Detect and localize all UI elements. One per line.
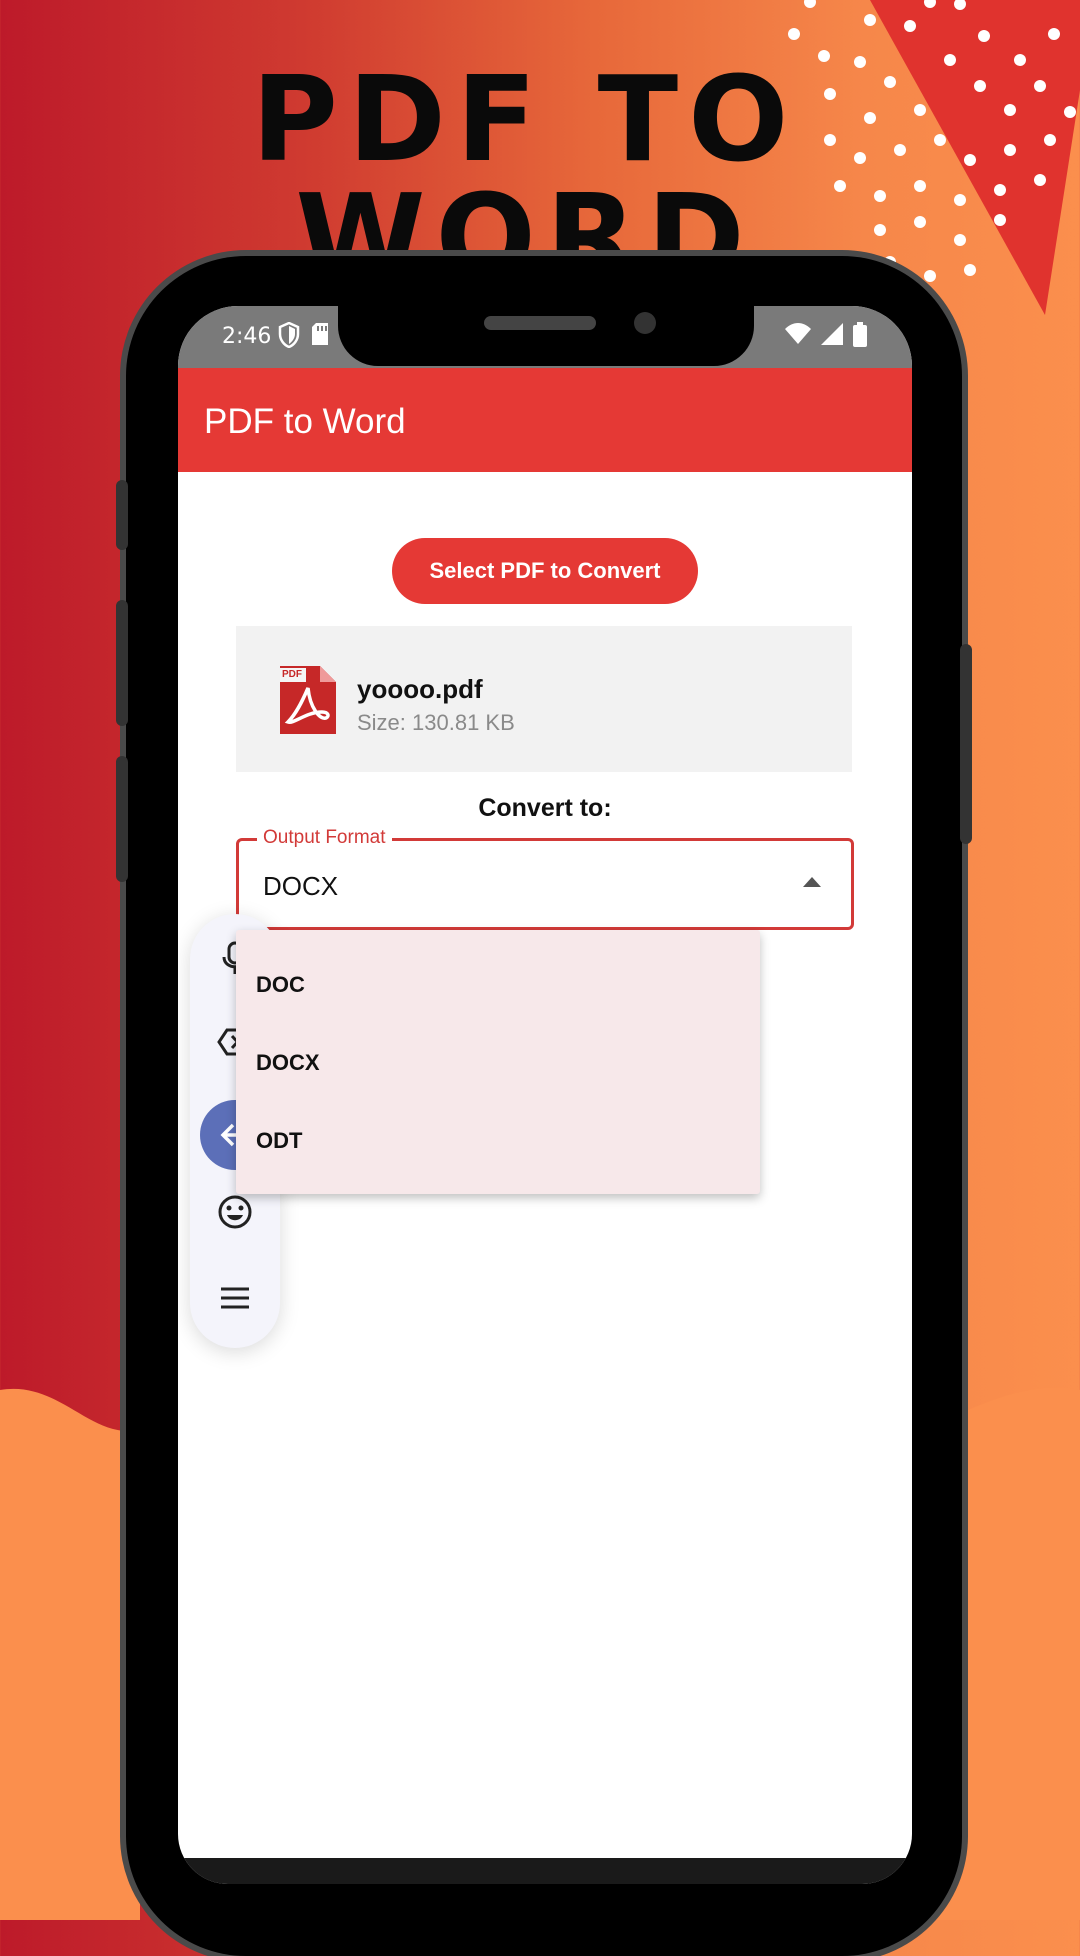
file-name: yoooo.pdf [357, 674, 483, 704]
signal-icon [821, 323, 843, 345]
status-time: 2:46 [222, 324, 272, 349]
file-size: Size: 130.81 KB [357, 710, 515, 735]
phone-notch [338, 296, 754, 366]
app-bar: PDF to Word [178, 368, 912, 472]
front-camera [634, 312, 656, 334]
format-dropdown-menu: DOC DOCX ODT [236, 930, 760, 1194]
selected-file-card: PDF yoooo.pdf Size: 130.81 KB [236, 626, 852, 772]
navigation-bar [178, 1858, 912, 1884]
app-title: PDF to Word [204, 402, 406, 441]
power-button [960, 644, 972, 844]
pdf-badge-text: PDF [282, 669, 302, 680]
output-format-label: Output Format [257, 827, 392, 849]
volume-button [116, 756, 128, 882]
output-format-value: DOCX [263, 871, 339, 901]
battery-icon [853, 322, 867, 347]
dropdown-option-docx[interactable]: DOCX [256, 1050, 320, 1076]
convert-to-label: Convert to: [478, 794, 612, 822]
dropdown-arrow-icon[interactable] [803, 877, 821, 887]
select-pdf-button[interactable]: Select PDF to Convert [392, 538, 698, 604]
emoji-icon[interactable] [217, 1194, 253, 1230]
menu-icon[interactable] [217, 1280, 253, 1316]
shield-icon [278, 322, 300, 348]
dropdown-option-odt[interactable]: ODT [256, 1128, 302, 1154]
volume-button [116, 480, 128, 550]
sd-card-icon [312, 323, 328, 345]
wifi-icon [785, 323, 811, 344]
speaker [484, 316, 596, 330]
volume-button [116, 600, 128, 726]
phone-screen: 2:46 PDF to Word Select PDF to Convert P… [178, 306, 912, 1884]
dropdown-option-doc[interactable]: DOC [256, 972, 305, 998]
output-format-select[interactable]: Output Format DOCX [236, 827, 854, 930]
